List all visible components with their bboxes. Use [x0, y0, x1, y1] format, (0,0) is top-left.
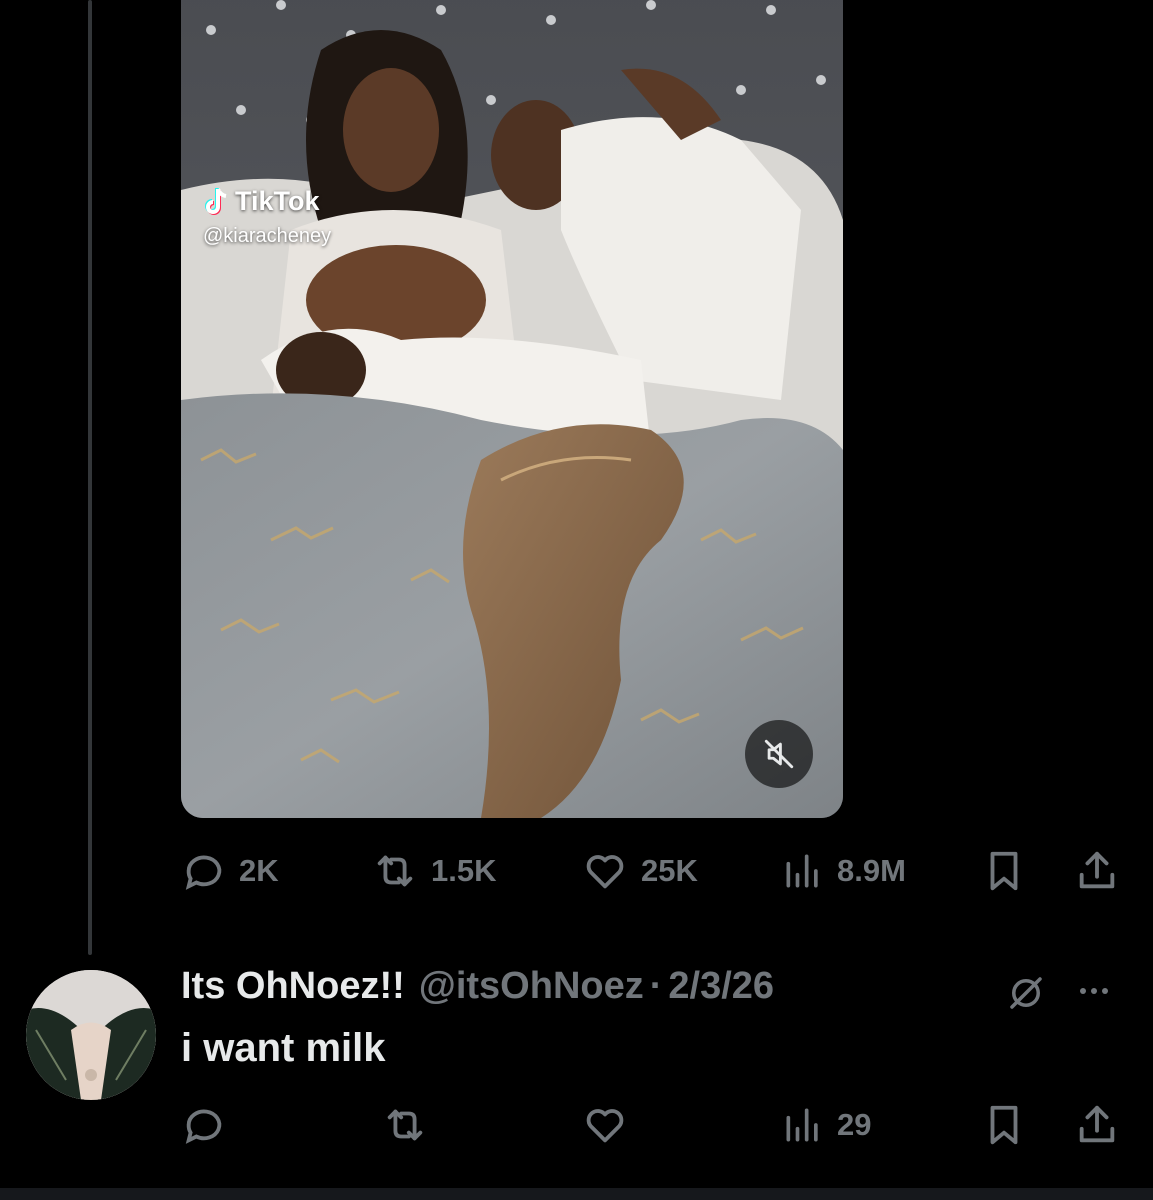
analytics-bars-icon [786, 854, 818, 888]
bookmark-icon [990, 1105, 1018, 1145]
reply-header: Its OhNoez!! @itsOhNoez · 2/3/26 [181, 965, 774, 1008]
speaker-muted-icon [764, 739, 794, 769]
view-count: 8.9M [837, 853, 906, 888]
grok-button[interactable] [1005, 972, 1047, 1019]
reply-bubble-icon [185, 855, 222, 890]
repost-icon [377, 855, 413, 887]
user-handle[interactable]: @itsOhNoez [419, 965, 644, 1008]
unmute-button[interactable] [745, 720, 813, 788]
share-upload-icon [1079, 851, 1115, 889]
heart-icon [586, 1109, 624, 1143]
tiktok-handle: @kiaracheney [203, 225, 332, 247]
reply-count: 2K [239, 853, 279, 888]
grok-icon [1010, 977, 1042, 1009]
heart-icon [586, 855, 624, 889]
avatar-image [26, 970, 156, 1100]
video-player[interactable]: TikTok @kiaracheney [181, 0, 843, 818]
views-button[interactable]: 8.9M [781, 846, 906, 896]
tweet-text: i want milk [181, 1026, 386, 1070]
share-button[interactable] [1074, 1100, 1120, 1150]
timeline-divider [0, 1188, 1153, 1200]
bookmark-button[interactable] [981, 846, 1027, 896]
bookmark-icon [990, 851, 1018, 891]
more-dot-icon [1091, 988, 1097, 994]
like-count: 25K [641, 853, 698, 888]
bookmark-button[interactable] [981, 1100, 1027, 1150]
display-name[interactable]: Its OhNoez!! [181, 965, 405, 1008]
reply-tweet[interactable]: Its OhNoez!! @itsOhNoez · 2/3/26 i want … [0, 960, 1153, 1200]
like-button[interactable]: 25K [581, 846, 698, 896]
repost-count: 1.5K [431, 853, 497, 888]
avatar[interactable] [26, 970, 156, 1100]
thread-connector-line [88, 0, 92, 955]
tiktok-brand-text: TikTok [235, 186, 320, 216]
more-options-button[interactable] [1080, 988, 1108, 994]
tiktok-watermark: TikTok @kiaracheney [203, 186, 331, 248]
repost-button[interactable] [381, 1100, 429, 1150]
video-frame [181, 0, 843, 818]
more-dot-icon [1102, 988, 1108, 994]
main-tweet-action-bar: 2K 1.5K 25K 8.9M [181, 846, 1121, 896]
views-button[interactable]: 29 [781, 1100, 871, 1150]
reply-button[interactable] [181, 1100, 227, 1150]
analytics-bars-icon [786, 1108, 818, 1142]
repost-icon [387, 1109, 423, 1141]
share-button[interactable] [1074, 846, 1120, 896]
view-count: 29 [837, 1107, 872, 1142]
separator-dot: · [649, 965, 663, 1007]
repost-button[interactable]: 1.5K [371, 846, 496, 896]
more-dot-icon [1080, 988, 1086, 994]
tiktok-logo-icon [205, 187, 227, 215]
reply-bubble-icon [185, 1109, 222, 1144]
reply-tweet-action-bar: 29 [181, 1100, 1121, 1150]
reply-button[interactable]: 2K [181, 846, 279, 896]
tweet-date[interactable]: 2/3/26 [668, 965, 774, 1008]
like-button[interactable] [581, 1100, 629, 1150]
share-upload-icon [1079, 1105, 1115, 1143]
